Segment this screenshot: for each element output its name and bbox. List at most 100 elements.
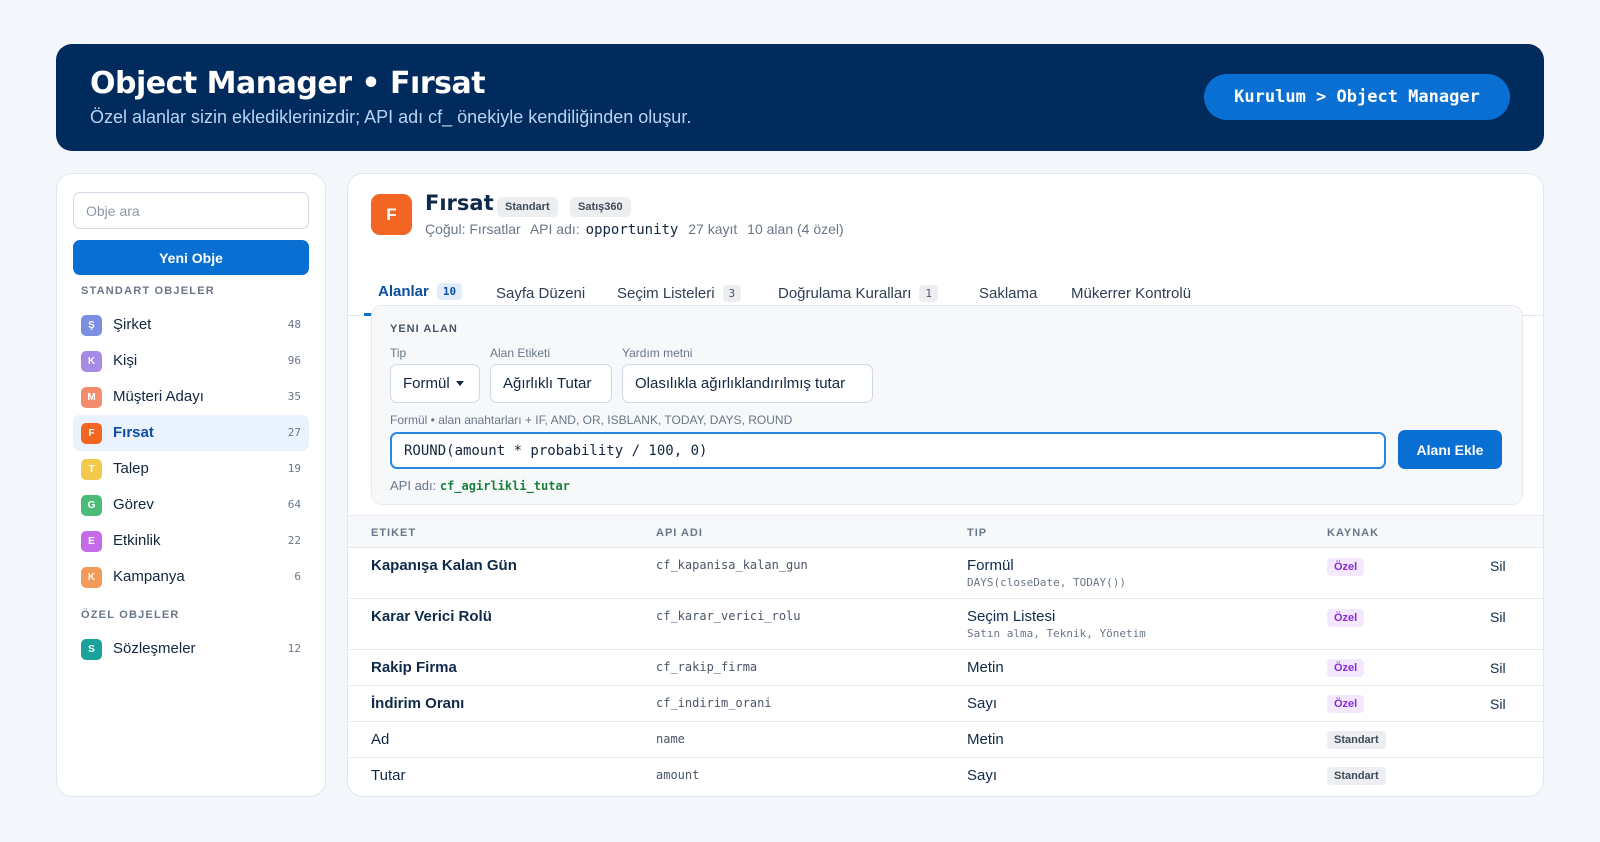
tab-label: Mükerrer Kontrolü bbox=[1071, 284, 1192, 302]
object-title: Fırsat bbox=[425, 191, 494, 215]
type-select[interactable]: Formül bbox=[390, 364, 480, 403]
chevron-down-icon bbox=[455, 381, 464, 386]
field-type: Formül bbox=[967, 557, 1014, 574]
tab-count: 1 bbox=[919, 284, 939, 302]
source-badge: Özel bbox=[1327, 695, 1365, 713]
field-label-input[interactable]: Ağırlıklı Tutar bbox=[490, 364, 612, 403]
sidebar-item-gorev[interactable]: G Görev 64 bbox=[73, 487, 309, 523]
field-api-name: cf_rakip_firma bbox=[656, 660, 758, 674]
sidebar-item-label: Müşteri Adayı bbox=[113, 388, 204, 405]
tab-label: Seçim Listeleri bbox=[617, 284, 715, 302]
tab-label: Saklama bbox=[979, 284, 1038, 302]
sidebar-item-label: Görev bbox=[113, 496, 154, 513]
field-type: Seçim Listesi bbox=[967, 608, 1056, 625]
formula-hint: Formül • alan anahtarları + IF, AND, OR,… bbox=[390, 413, 793, 427]
kisi-icon: K bbox=[81, 351, 102, 372]
field-label: Kapanışa Kalan Gün bbox=[371, 557, 517, 574]
sidebar-item-count: 64 bbox=[287, 498, 301, 511]
sidebar-item-sozlesmeler[interactable]: S Sözleşmeler 12 bbox=[73, 631, 309, 667]
field-label: Rakip Firma bbox=[371, 659, 457, 676]
source-badge: Standart bbox=[1327, 767, 1386, 785]
table-header: ETIKET API ADI TIP KAYNAK bbox=[348, 515, 1543, 548]
table-row[interactable]: Ad name Metin Standart bbox=[348, 722, 1543, 758]
object-record-count: 27 kayıt bbox=[688, 221, 738, 237]
field-type-detail: DAYS(closeDate, TODAY()) bbox=[967, 576, 1126, 589]
sidebar-item-label: Fırsat bbox=[113, 424, 154, 441]
table-row[interactable]: İndirim Oranı cf_indirim_orani Sayı Özel… bbox=[348, 686, 1543, 722]
field-api-name: cf_indirim_orani bbox=[656, 696, 772, 710]
object-field-count: 10 alan (4 özel) bbox=[747, 221, 844, 237]
sidebar-item-kampanya[interactable]: K Kampanya 6 bbox=[73, 559, 309, 595]
delete-field-button[interactable]: Sil bbox=[1490, 660, 1506, 676]
sidebar-item-label: Kampanya bbox=[113, 568, 185, 585]
sidebar-item-talep[interactable]: T Talep 19 bbox=[73, 451, 309, 487]
kampanya-icon: K bbox=[81, 567, 102, 588]
table-row[interactable]: Karar Verici Rolü cf_karar_verici_rolu S… bbox=[348, 599, 1543, 650]
source-badge: Özel bbox=[1327, 558, 1365, 576]
sidebar-item-count: 35 bbox=[287, 390, 301, 403]
sidebar-item-label: Sözleşmeler bbox=[113, 640, 196, 657]
sidebar-item-etkinlik[interactable]: E Etkinlik 22 bbox=[73, 523, 309, 559]
sozlesmeler-icon: S bbox=[81, 639, 102, 660]
page-subtitle: Özel alanlar sizin eklediklerinizdir; AP… bbox=[90, 107, 692, 127]
sidebar-item-firsat[interactable]: F Fırsat 27 bbox=[73, 415, 309, 451]
field-label: Ad bbox=[371, 731, 390, 748]
formula-input[interactable]: ROUND(amount * probability / 100, 0) bbox=[390, 432, 1386, 469]
delete-field-button[interactable]: Sil bbox=[1490, 558, 1506, 574]
delete-field-button[interactable]: Sil bbox=[1490, 609, 1506, 625]
standard-badge: Standart bbox=[497, 197, 558, 217]
page-title: Object Manager • Fırsat bbox=[90, 66, 486, 101]
new-field-form: YENI ALAN Tip Formül Alan Etiketi Ağırlı… bbox=[371, 305, 1523, 505]
field-label: İndirim Oranı bbox=[371, 695, 465, 712]
delete-field-button[interactable]: Sil bbox=[1490, 696, 1506, 712]
column-header-source: KAYNAK bbox=[1327, 527, 1380, 539]
standard-objects-heading: STANDART OBJELER bbox=[81, 285, 215, 297]
breadcrumb[interactable]: Kurulum > Object Manager bbox=[1204, 74, 1510, 120]
object-search-input[interactable] bbox=[73, 192, 309, 229]
field-api-name: cf_karar_verici_rolu bbox=[656, 609, 801, 623]
table-row[interactable]: Rakip Firma cf_rakip_firma Metin Özel Si… bbox=[348, 650, 1543, 686]
object-detail-panel: F Fırsat Standart Satış360 Çoğul: Fırsat… bbox=[347, 173, 1544, 797]
sidebar-item-label: Etkinlik bbox=[113, 532, 161, 549]
sidebar-item-count: 48 bbox=[287, 318, 301, 331]
field-api-name: name bbox=[656, 732, 685, 746]
new-field-heading: YENI ALAN bbox=[390, 323, 458, 335]
help-text-label: Yardım metni bbox=[622, 346, 693, 360]
column-header-api: API ADI bbox=[656, 527, 703, 539]
field-type: Metin bbox=[967, 659, 1004, 676]
object-plural: Çoğul: Fırsatlar bbox=[425, 221, 521, 237]
field-type: Metin bbox=[967, 731, 1004, 748]
object-api-name: opportunity bbox=[585, 222, 679, 238]
type-label: Tip bbox=[390, 346, 407, 360]
sidebar-item-count: 12 bbox=[287, 642, 301, 655]
help-text-input[interactable]: Olasılıkla ağırlıklandırılmış tutar bbox=[622, 364, 873, 403]
tab-count: 3 bbox=[722, 284, 742, 302]
custom-objects-heading: ÖZEL OBJELER bbox=[81, 609, 180, 621]
tab-label: Alanlar bbox=[378, 283, 429, 300]
sidebar-item-kisi[interactable]: K Kişi 96 bbox=[73, 343, 309, 379]
api-name-value: cf_agirlikli_tutar bbox=[439, 479, 570, 493]
page-header: Object Manager • Fırsat Özel alanlar siz… bbox=[56, 44, 1544, 151]
table-row[interactable]: Tutar amount Sayı Standart bbox=[348, 758, 1543, 794]
add-field-button[interactable]: Alanı Ekle bbox=[1398, 430, 1502, 469]
field-type: Sayı bbox=[967, 767, 998, 784]
sidebar-item-label: Şirket bbox=[113, 316, 152, 333]
new-object-button[interactable]: Yeni Obje bbox=[73, 240, 309, 275]
sidebar-item-sirket[interactable]: Ş Şirket 48 bbox=[73, 307, 309, 343]
table-row[interactable]: Kapanışa Kalan Gün cf_kapanisa_kalan_gun… bbox=[348, 548, 1543, 599]
app-badge: Satış360 bbox=[570, 197, 631, 217]
object-meta: Çoğul: Fırsatlar API adı: opportunity 27 … bbox=[425, 221, 850, 238]
object-sidebar: Yeni Obje STANDART OBJELER Ş Şirket 48 K… bbox=[56, 173, 326, 797]
generated-api-name: API adı: cf_agirlikli_tutar bbox=[390, 478, 570, 493]
firsat-icon: F bbox=[81, 423, 102, 444]
sidebar-item-label: Kişi bbox=[113, 352, 138, 369]
talep-icon: T bbox=[81, 459, 102, 480]
sidebar-item-musteri-adayi[interactable]: M Müşteri Adayı 35 bbox=[73, 379, 309, 415]
tab-label: Sayfa Düzeni bbox=[496, 284, 586, 302]
firsat-object-icon: F bbox=[371, 194, 412, 235]
object-api-label: API adı: bbox=[529, 221, 580, 237]
source-badge: Standart bbox=[1327, 731, 1386, 749]
field-api-name: amount bbox=[656, 768, 700, 782]
fields-table: ETIKET API ADI TIP KAYNAK Kapanışa Kalan… bbox=[348, 515, 1543, 794]
tab-count: 10 bbox=[436, 283, 463, 300]
